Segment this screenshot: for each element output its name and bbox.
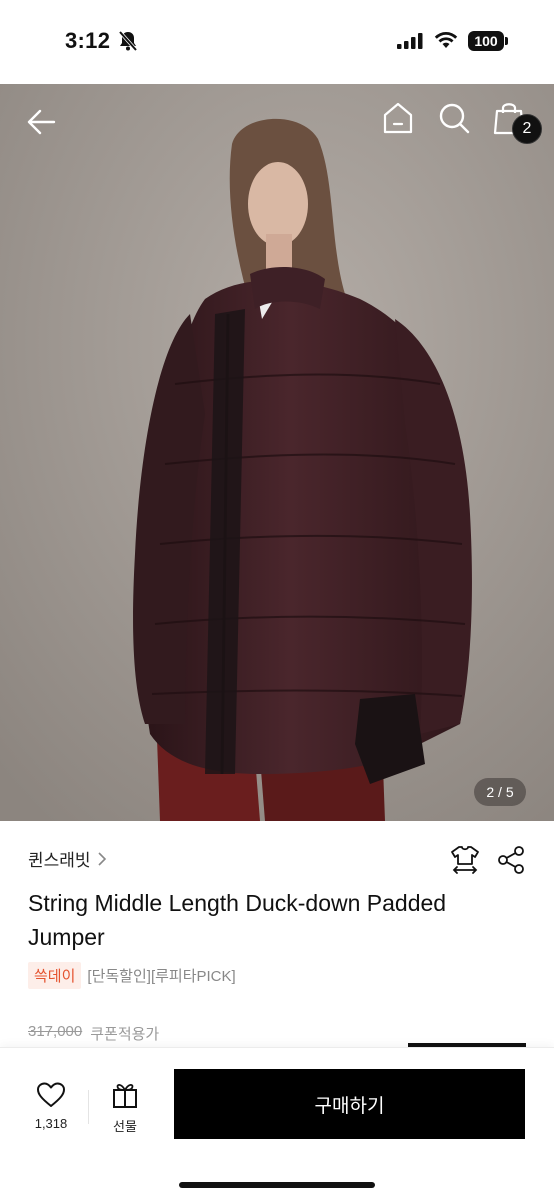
heart-icon [37,1082,65,1107]
battery-icon: 100 [468,31,508,51]
gift-icon [113,1083,137,1108]
image-page-indicator: 2 / 5 [474,778,526,806]
search-icon[interactable] [437,101,471,135]
like-button[interactable]: 1,318 [28,1081,74,1131]
share-icon[interactable] [496,844,526,876]
gift-button[interactable]: 선물 [104,1081,146,1135]
buy-button[interactable]: 구매하기 [174,1069,525,1139]
brand-link[interactable]: 퀸스래빗 [28,846,107,871]
chevron-right-icon [97,851,106,866]
coupon-price-label: 쿠폰적용가 [90,1026,160,1043]
brand-name: 퀸스래빗 [28,851,91,870]
like-count: 1,318 [34,1116,68,1131]
wifi-icon [434,32,458,48]
product-tags: 쓱데이 [단독할인][루피타PICK] [28,962,236,989]
gift-label: 선물 [113,1119,137,1134]
home-indicator [179,1182,375,1188]
product-photo [0,84,554,821]
status-time: 3:12 [65,28,111,53]
home-icon[interactable] [380,100,416,136]
battery-level: 100 [474,33,498,49]
product-image[interactable]: 2 2 / 5 [0,84,554,821]
divider [88,1090,89,1124]
price-row: 317,000 쿠폰적용가 [28,1023,159,1044]
product-tools [450,844,526,876]
product-title: String Middle Length Duck-down Padded Ju… [28,890,447,950]
bottom-action-bar: 1,318 선물 구매하기 [0,1047,554,1201]
size-guide-icon[interactable] [450,844,480,876]
original-price: 317,000 [28,1023,83,1040]
status-bar: 3:12 100 [0,0,554,84]
signal-icon [397,33,423,49]
sale-event-badge: 쓱데이 [28,962,82,989]
back-arrow-icon[interactable] [22,102,62,142]
cart-count-badge: 2 [512,114,542,144]
bell-slash-icon [118,30,138,52]
promo-tags: [단독할인][루피타PICK] [87,968,236,985]
